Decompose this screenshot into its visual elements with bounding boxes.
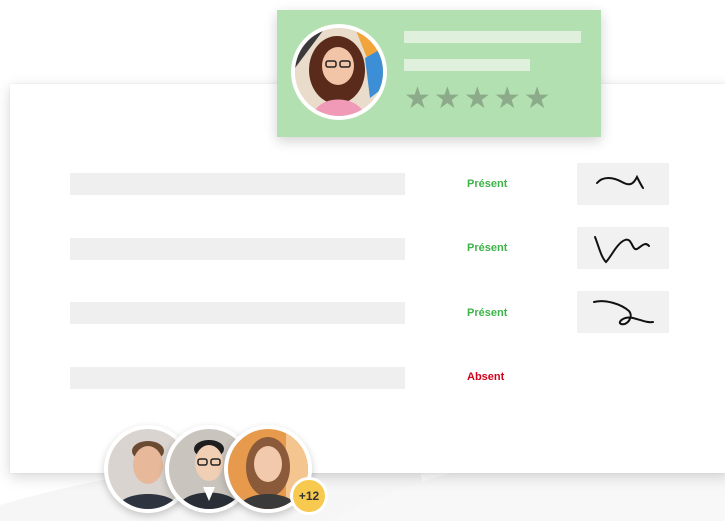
signature-box[interactable]	[577, 163, 669, 205]
status-label: Présent	[467, 178, 508, 190]
attendee-name-placeholder	[70, 173, 405, 195]
more-participants-badge[interactable]: +12	[290, 477, 328, 515]
subtitle-placeholder	[404, 59, 530, 71]
star-icon: ★	[433, 81, 461, 116]
signature-box[interactable]	[577, 291, 669, 333]
star-icon: ★	[523, 81, 551, 116]
avatar[interactable]	[291, 24, 387, 120]
star-icon: ★	[463, 81, 491, 116]
avatar-photo-icon	[295, 28, 383, 116]
profile-card: ★ ★ ★ ★ ★	[277, 10, 601, 137]
rating-stars: ★ ★ ★ ★ ★	[404, 84, 551, 114]
attendee-name-placeholder	[70, 302, 405, 324]
signature-icon	[593, 300, 654, 326]
attendee-name-placeholder	[70, 238, 405, 260]
star-icon: ★	[404, 81, 431, 116]
status-label: Présent	[467, 307, 508, 319]
star-icon: ★	[493, 81, 521, 116]
signature-box[interactable]	[577, 227, 669, 269]
status-label: Absent	[467, 371, 505, 383]
status-label: Présent	[467, 242, 508, 254]
attendance-sheet: Présent Présent Présent Absent	[10, 84, 725, 473]
signature-icon	[594, 236, 650, 264]
attendee-name-placeholder	[70, 367, 405, 389]
signature-icon	[596, 174, 644, 189]
name-placeholder	[404, 31, 581, 43]
